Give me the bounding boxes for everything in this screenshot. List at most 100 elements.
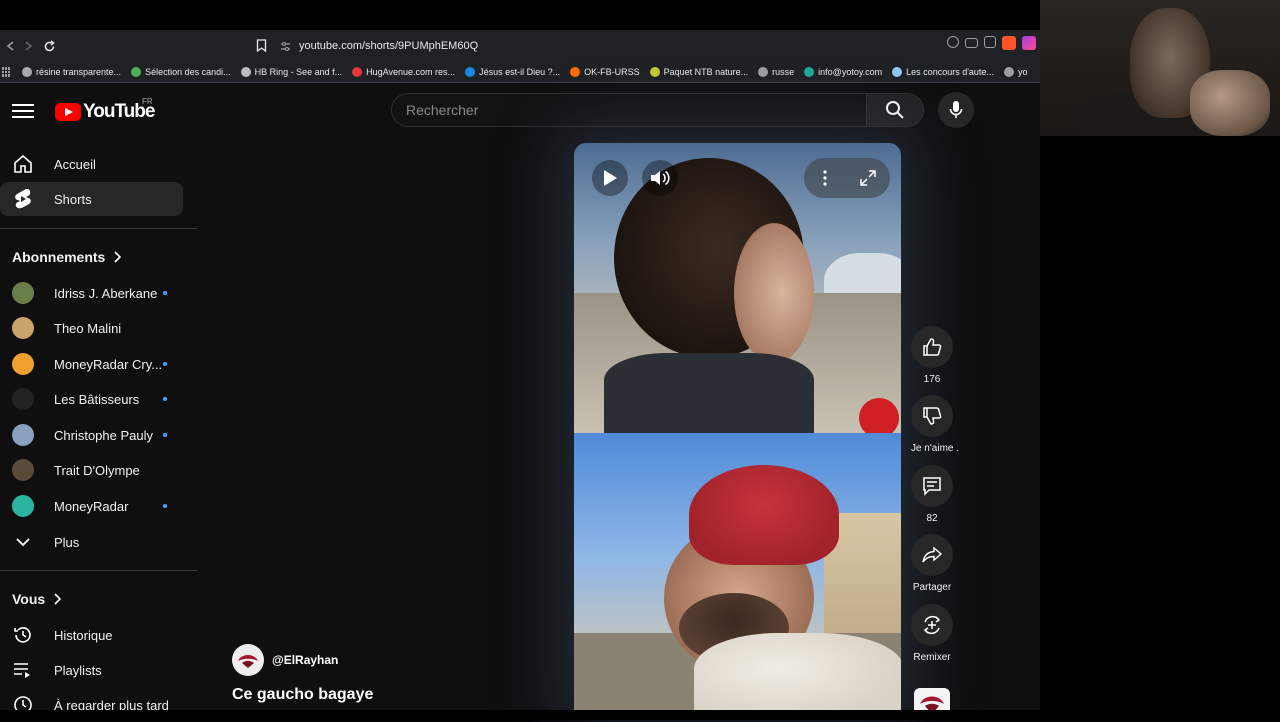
- avatar: [12, 459, 34, 481]
- sidebar-item-more[interactable]: Plus: [0, 525, 183, 559]
- address-bar[interactable]: youtube.com/shorts/9PUMphEM60Q: [280, 35, 1040, 57]
- bookmark-favicon-icon: [1003, 67, 1014, 77]
- chevron-down-icon: [12, 531, 34, 553]
- bookmark-item[interactable]: OK-FB-URSS: [570, 67, 640, 77]
- reload-icon: [44, 39, 55, 51]
- youtube-page: YouTube FR Accueil Shorts Abonnements: [0, 83, 1040, 718]
- bookmark-label: Paquet NTB nature...: [663, 67, 749, 77]
- dislike-button[interactable]: [911, 395, 953, 437]
- short-video-player[interactable]: [574, 143, 901, 710]
- bookmark-item[interactable]: Sélection des candi...: [131, 67, 231, 77]
- remix-button[interactable]: [911, 604, 953, 646]
- new-content-dot: [163, 362, 167, 366]
- bookmark-item[interactable]: HB Ring - See and f...: [240, 67, 342, 77]
- share-page-icon[interactable]: [984, 36, 996, 48]
- reload-button[interactable]: [38, 35, 60, 57]
- sidebar-item-home[interactable]: Accueil: [0, 147, 183, 181]
- brave-shield-icon[interactable]: [1002, 36, 1016, 50]
- volume-icon: [651, 170, 670, 186]
- bookmark-label: Sélection des candi...: [145, 67, 231, 77]
- sidebar-item-label: Historique: [54, 627, 113, 643]
- bookmark-label: Jésus est-il Dieu ?...: [479, 67, 561, 77]
- channel-logo-icon: [238, 655, 258, 668]
- screen-bottom-edge: [0, 710, 1280, 720]
- volume-button[interactable]: [642, 160, 678, 196]
- sidebar-item-subscription[interactable]: MoneyRadar Cry...: [0, 347, 183, 381]
- search-box: [391, 93, 867, 127]
- history-icon: [12, 624, 34, 646]
- sidebar: Accueil Shorts Abonnements Idriss J. Abe…: [0, 139, 198, 714]
- bookmark-item[interactable]: yo: [1003, 67, 1027, 77]
- bookmark-item[interactable]: HugAvenue.com res...: [352, 67, 455, 77]
- bookmark-label: HugAvenue.com res...: [366, 67, 456, 77]
- bookmark-favicon-icon: [465, 67, 476, 77]
- playlists-icon: [12, 659, 34, 681]
- play-button[interactable]: [592, 160, 628, 196]
- fullscreen-button[interactable]: [850, 160, 886, 196]
- short-title[interactable]: Ce gaucho bagaye: [232, 686, 373, 704]
- channel-avatar[interactable]: [232, 644, 264, 676]
- sidebar-item-history[interactable]: Historique: [0, 618, 183, 652]
- new-content-dot: [163, 504, 167, 508]
- avatar: [12, 353, 34, 375]
- menu-icon[interactable]: [12, 101, 34, 121]
- thumbs-down-icon: [923, 407, 942, 425]
- comments-button[interactable]: [911, 465, 953, 507]
- youtube-logo[interactable]: YouTube: [55, 101, 155, 123]
- bookmark-favicon-icon: [352, 67, 363, 77]
- bookmark-item[interactable]: Jésus est-il Dieu ?...: [465, 67, 560, 77]
- bookmark-item[interactable]: résine transparente...: [22, 67, 121, 77]
- sidebar-item-label: Plus: [54, 534, 80, 550]
- zoom-icon[interactable]: [947, 36, 959, 48]
- avatar: [12, 388, 34, 410]
- bookmark-star-button[interactable]: [256, 39, 267, 57]
- shorts-icon: [12, 188, 34, 210]
- sidebar-item-label: MoneyRadar Cry...: [54, 356, 163, 372]
- sidebar-item-subscription[interactable]: MoneyRadar: [0, 489, 183, 523]
- youtube-play-logo-icon: [55, 103, 81, 121]
- sidebar-item-subscription[interactable]: Trait D'Olympe: [0, 453, 183, 487]
- bookmark-item[interactable]: Paquet NTB nature...: [649, 67, 749, 77]
- cast-icon[interactable]: [965, 38, 978, 48]
- masthead: YouTube FR: [0, 83, 1040, 139]
- subscriptions-heading-label: Abonnements: [12, 249, 106, 265]
- comment-count: 82: [926, 513, 938, 524]
- country-code: FR: [142, 97, 153, 106]
- dislike-label: Je n'aime .: [910, 443, 960, 454]
- you-heading[interactable]: Vous: [12, 591, 62, 607]
- sidebar-divider: [0, 570, 197, 571]
- share-label: Partager: [912, 582, 952, 593]
- more-options-button[interactable]: [807, 160, 843, 196]
- forward-arrow-icon: [25, 41, 33, 51]
- sidebar-item-subscription[interactable]: Christophe Pauly: [0, 418, 183, 452]
- webcam-overlay: [1040, 0, 1280, 136]
- play-icon: [604, 170, 617, 186]
- sidebar-item-shorts[interactable]: Shorts: [0, 182, 183, 216]
- site-info-icon: [281, 41, 290, 51]
- you-heading-label: Vous: [12, 591, 46, 607]
- bookmark-favicon-icon: [804, 67, 815, 77]
- like-button[interactable]: [911, 326, 953, 368]
- subscriptions-heading[interactable]: Abonnements: [12, 249, 122, 265]
- bookmark-label: résine transparente...: [36, 67, 122, 77]
- channel-handle[interactable]: @ElRayhan: [272, 653, 338, 667]
- bookmark-label: Les concours d'aute...: [906, 67, 994, 77]
- bookmark-favicon-icon: [22, 67, 32, 77]
- forward-button[interactable]: [17, 35, 39, 57]
- avatar: [12, 424, 34, 446]
- sidebar-item-subscription[interactable]: Theo Malini: [0, 311, 183, 345]
- bookmark-item[interactable]: info@yotoy.com: [804, 67, 882, 77]
- bookmark-item[interactable]: russe: [758, 67, 794, 77]
- bookmark-item[interactable]: Les concours d'aute...: [892, 67, 994, 77]
- sidebar-item-subscription[interactable]: Les Bâtisseurs: [0, 382, 183, 416]
- apps-grid-icon[interactable]: [2, 67, 12, 77]
- browser-toolbar: youtube.com/shorts/9PUMphEM60Q: [0, 30, 1040, 62]
- sidebar-item-playlists[interactable]: Playlists: [0, 653, 183, 687]
- short-channel[interactable]: @ElRayhan: [232, 644, 338, 676]
- share-arrow-icon: [922, 546, 942, 563]
- share-button[interactable]: [911, 534, 953, 576]
- comment-icon: [923, 477, 941, 496]
- search-input[interactable]: [392, 94, 860, 126]
- sidebar-item-subscription[interactable]: Idriss J. Aberkane: [0, 276, 183, 310]
- brave-rewards-icon[interactable]: [1022, 36, 1036, 50]
